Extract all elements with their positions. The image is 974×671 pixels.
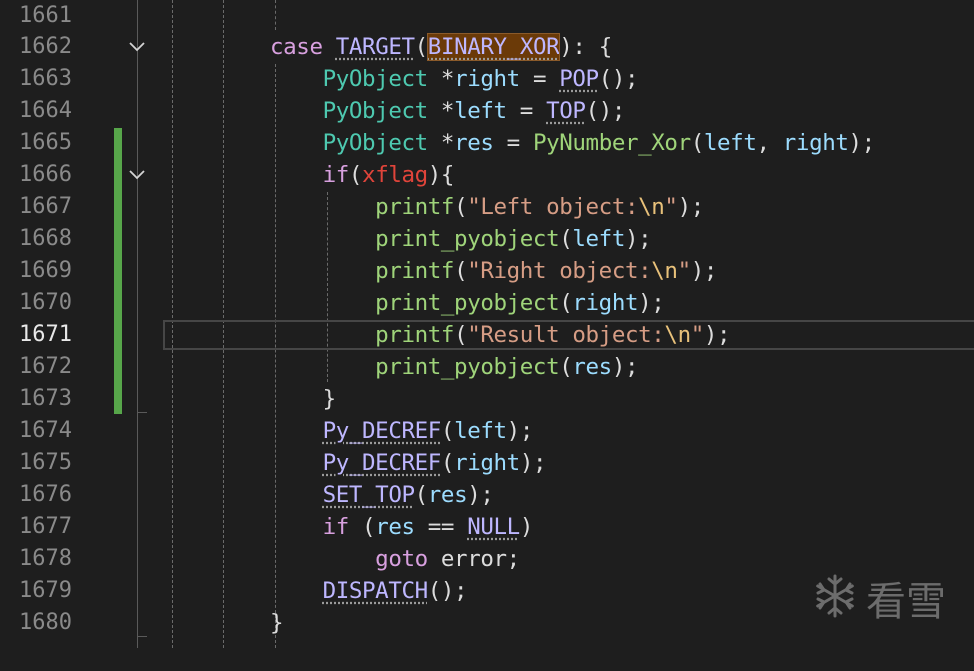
line-number: 1677 — [19, 514, 72, 539]
code-line[interactable]: 1676 SET_TOP(res); — [0, 479, 974, 511]
code-text: PyObject *res = PyNumber_Xor(left, right… — [322, 130, 876, 156]
fold-chevron-down-icon[interactable] — [126, 38, 148, 56]
code-text: } — [270, 386, 337, 412]
snowflake-icon — [812, 573, 858, 623]
line-number: 1680 — [19, 610, 72, 635]
code-text: Py_DECREF(left); — [322, 418, 534, 444]
code-line[interactable]: 1664 PyObject *left = TOP(); — [0, 95, 974, 127]
line-number: 1666 — [19, 162, 72, 187]
line-number: 1674 — [19, 418, 72, 443]
code-text: print_pyobject(left); — [375, 226, 652, 252]
code-line[interactable]: 1670 print_pyobject(right); — [0, 287, 974, 319]
code-text: printf("Right object:\n"); — [375, 258, 718, 284]
line-number: 1663 — [19, 66, 72, 91]
watermark-text: 看雪 — [866, 579, 946, 625]
code-text: } — [270, 610, 284, 636]
code-line[interactable]: 1667 printf("Left object:\n"); — [0, 191, 974, 223]
code-text: SET_TOP(res); — [322, 482, 494, 508]
fold-chevron-down-icon[interactable] — [126, 166, 148, 184]
code-text: if(xflag){ — [322, 162, 455, 188]
line-number-current: 1671 — [19, 322, 72, 347]
line-number — [0, 639, 72, 671]
code-text: Py_DECREF(right); — [322, 450, 547, 476]
code-text: case TARGET(BINARY_XOR): { — [270, 33, 612, 61]
code-text: goto error; — [375, 546, 520, 572]
code-line[interactable]: 1677 if (res == NULL) — [0, 511, 974, 543]
code-editor[interactable]: 1661 1662 case TARGET(BINARY_XOR): { 166… — [0, 0, 974, 648]
line-number: 1669 — [19, 258, 72, 283]
line-number: 1670 — [19, 290, 72, 315]
code-text: DISPATCH(); — [322, 578, 468, 604]
code-line[interactable]: 1674 Py_DECREF(left); — [0, 415, 974, 447]
line-number: 1668 — [19, 226, 72, 251]
line-number: 1673 — [19, 386, 72, 411]
code-line[interactable]: 1663 PyObject *right = POP(); — [0, 63, 974, 95]
code-line[interactable]: 1671 printf("Result object:\n"); — [0, 319, 974, 351]
code-line[interactable]: 1669 printf("Right object:\n"); — [0, 255, 974, 287]
code-line[interactable]: 1672 print_pyobject(res); — [0, 351, 974, 383]
line-number: 1661 — [19, 3, 72, 28]
code-line[interactable]: 1673 } — [0, 383, 974, 415]
code-text: PyObject *right = POP(); — [322, 66, 639, 92]
line-number: 1672 — [19, 354, 72, 379]
code-text: printf("Left object:\n"); — [375, 194, 704, 220]
line-number: 1665 — [19, 130, 72, 155]
code-line[interactable]: 1661 — [0, 0, 974, 32]
code-text: print_pyobject(res); — [375, 354, 639, 380]
code-text: PyObject *left = TOP(); — [322, 98, 626, 124]
line-number: 1678 — [19, 546, 72, 571]
watermark: 看雪 — [812, 568, 962, 628]
line-number: 1667 — [19, 194, 72, 219]
code-line[interactable]: 1675 Py_DECREF(right); — [0, 447, 974, 479]
code-line[interactable]: 1666 if(xflag){ — [0, 159, 974, 191]
line-number: 1662 — [19, 34, 72, 59]
line-number: 1679 — [19, 578, 72, 603]
code-text: print_pyobject(right); — [375, 290, 665, 316]
code-line[interactable]: 1668 print_pyobject(left); — [0, 223, 974, 255]
line-number: 1675 — [19, 450, 72, 475]
code-line[interactable]: 1662 case TARGET(BINARY_XOR): { — [0, 31, 974, 63]
line-number: 1676 — [19, 482, 72, 507]
line-number: 1664 — [19, 98, 72, 123]
code-text: if (res == NULL) — [322, 514, 534, 540]
code-line — [0, 639, 974, 671]
code-line[interactable]: 1665 PyObject *res = PyNumber_Xor(left, … — [0, 127, 974, 159]
code-text: printf("Result object:\n"); — [375, 322, 731, 348]
